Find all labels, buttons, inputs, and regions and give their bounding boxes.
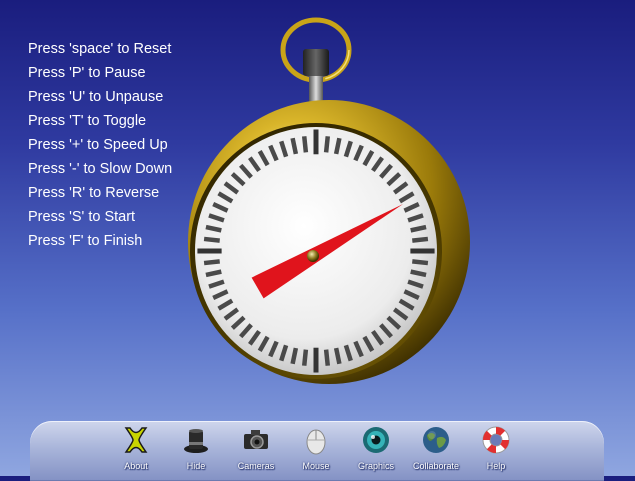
collaborate-label: Collaborate — [412, 461, 460, 471]
minor-tick — [323, 136, 331, 153]
about-label: About — [124, 461, 148, 471]
lifebuoy-icon — [482, 426, 510, 454]
cameras-label: Cameras — [237, 461, 275, 471]
hide-button[interactable]: Hide — [166, 423, 226, 475]
minor-tick — [323, 349, 331, 366]
graphics-label: Graphics — [357, 461, 394, 471]
hand-pivot — [307, 250, 319, 262]
help-button[interactable]: Help — [466, 423, 526, 475]
hide-label: Hide — [186, 461, 206, 471]
minor-tick — [301, 136, 309, 153]
mouse-label: Mouse — [302, 461, 330, 471]
about-button[interactable]: About — [106, 423, 166, 475]
minor-tick — [412, 259, 429, 266]
minor-tick — [412, 236, 429, 243]
stem — [309, 72, 323, 104]
minor-tick — [333, 347, 342, 365]
minor-tick — [290, 347, 299, 365]
cameras-button[interactable]: Cameras — [226, 423, 286, 475]
globe-icon — [423, 427, 449, 453]
mouse-button[interactable]: Mouse — [286, 423, 346, 475]
toolbar: About Hide Cameras Mouse Graphics Collab… — [30, 421, 604, 481]
hide-top-hat-icon — [184, 429, 208, 453]
help-label: Help — [486, 461, 506, 471]
camera-icon — [244, 430, 268, 449]
collaborate-button[interactable]: Collaborate — [406, 423, 466, 475]
minor-tick — [203, 236, 220, 243]
mouse-icon — [306, 429, 326, 455]
minor-tick — [333, 137, 342, 155]
minor-tick — [301, 349, 309, 366]
minor-tick — [290, 137, 299, 155]
minor-tick — [203, 259, 220, 266]
crown — [303, 49, 329, 76]
stopwatch[interactable] — [0, 0, 635, 420]
eye-icon — [363, 427, 389, 453]
graphics-button[interactable]: Graphics — [346, 423, 406, 475]
about-icon — [124, 427, 148, 453]
